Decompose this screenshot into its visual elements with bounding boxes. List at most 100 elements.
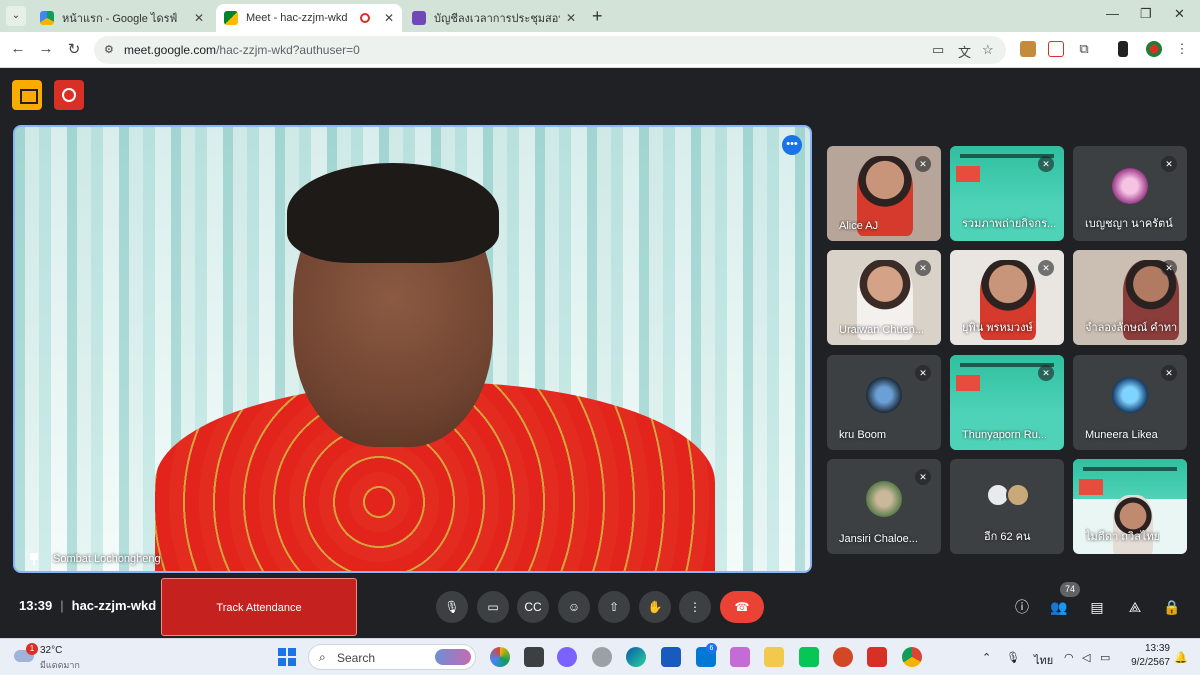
people-icon[interactable]: 👥 — [1049, 597, 1069, 617]
participant-tile[interactable]: ✕ kru Boom — [827, 355, 941, 450]
participant-tile[interactable]: ✕ จำลองลักษณ์ คำทา — [1073, 250, 1187, 345]
participant-name: Alice AJ — [839, 220, 879, 232]
tab-search-dropdown[interactable]: ⌄ — [6, 6, 26, 26]
chat-app-icon[interactable] — [557, 647, 577, 667]
chrome-icon[interactable] — [902, 647, 922, 667]
snipping-tool-icon[interactable] — [730, 647, 750, 667]
back-button[interactable]: ← — [8, 40, 28, 57]
windows-taskbar: 1 32°C มีแดดมาก ⌕ Search 6 ⌃ 🎙 ไทย ◠ ◁ ▭… — [0, 638, 1200, 675]
notification-bell-icon[interactable]: 🔔 — [1174, 651, 1188, 664]
google-meet-icon — [224, 11, 238, 25]
more-options-button[interactable]: ⋮ — [679, 591, 711, 623]
main-speaker-name: Sombat Lochongheng — [29, 553, 161, 565]
language-indicator[interactable]: ไทย — [1034, 651, 1053, 669]
search-highlight-image — [435, 649, 471, 665]
participant-tile[interactable]: ✕ Jansiri Chaloe... — [827, 459, 941, 554]
wifi-icon[interactable]: ◠ — [1064, 651, 1074, 664]
participant-tile[interactable]: ✕ Alice AJ — [827, 146, 941, 241]
host-controls-icon[interactable]: 🔒 — [1162, 597, 1182, 617]
participant-name: จำลองลักษณ์ คำทา — [1085, 322, 1178, 334]
windows-start-icon[interactable] — [278, 648, 296, 666]
mic-off-icon: ✕ — [915, 469, 931, 485]
camera-off-warning-icon[interactable] — [12, 80, 42, 110]
taskbar-date[interactable]: 9/2/2567 — [1124, 657, 1170, 668]
chat-icon[interactable]: ▤ — [1087, 597, 1107, 617]
raise-hand-button[interactable]: ✋ — [639, 591, 671, 623]
microphone-tray-icon[interactable]: 🎙 — [1006, 651, 1020, 664]
copilot-icon[interactable] — [490, 647, 510, 667]
volume-icon[interactable]: ◁ — [1082, 651, 1090, 664]
word-icon[interactable] — [661, 647, 681, 667]
reload-button[interactable]: ↻ — [64, 40, 84, 58]
bookmark-star-icon[interactable]: ☆ — [982, 42, 994, 58]
forward-button[interactable]: → — [36, 40, 56, 57]
participant-tile[interactable]: ✕ เบญชญา นาครัตน์ — [1073, 146, 1187, 241]
participant-tile[interactable]: ✕ รวมภาพถ่ายกิจกร... — [950, 146, 1064, 241]
microphone-button[interactable]: 🎙 — [436, 591, 468, 623]
line-icon[interactable] — [799, 647, 819, 667]
address-bar[interactable]: ⚙ meet.google.com/hac-zzjm-wkd?authuser=… — [94, 36, 1006, 64]
more-participants-tile[interactable]: อีก 62 คน — [950, 459, 1064, 554]
participant-tile[interactable]: ✕ ยุพิน พรหมวงษ์ — [950, 250, 1064, 345]
search-label: Search — [337, 651, 376, 665]
acrobat-icon[interactable] — [867, 647, 887, 667]
tab-google-forms[interactable]: บัญชีลงเวลาการประชุมสอบ CEFR ปี ✕ — [404, 4, 584, 32]
participant-tile[interactable]: ไมตีดา ถวิลไทย — [1073, 459, 1187, 554]
recording-indicator-icon — [359, 13, 370, 23]
app-icon[interactable] — [592, 647, 612, 667]
meeting-details-icon[interactable]: ⓘ — [1012, 597, 1032, 617]
profile-avatar[interactable] — [1146, 41, 1162, 57]
present-screen-button[interactable]: ⇧ — [598, 591, 630, 623]
file-explorer-icon[interactable] — [764, 647, 784, 667]
participant-name: Thunyaporn Ru... — [962, 429, 1047, 441]
pin-icon[interactable] — [29, 553, 39, 565]
participant-tile[interactable]: ✕ Uraiwan Chuen... — [827, 250, 941, 345]
participant-tile[interactable]: ✕ Muneera Likea — [1073, 355, 1187, 450]
close-icon[interactable]: ✕ — [566, 11, 576, 25]
track-attendance-button[interactable]: Track Attendance — [161, 578, 357, 636]
main-speaker-video[interactable]: ••• Sombat Lochongheng — [13, 125, 812, 573]
tab-title: Meet - hac-zzjm-wkd — [246, 12, 348, 24]
emoji-reactions-button[interactable]: ☺ — [558, 591, 590, 623]
side-panel-icon[interactable] — [1118, 41, 1128, 57]
avatar — [1112, 377, 1148, 413]
minimize-button[interactable]: — — [1106, 6, 1119, 21]
mic-off-icon: ✕ — [1161, 260, 1177, 276]
tab-title: หน้าแรก - Google ไดรฟ์ — [62, 13, 178, 25]
url-text: meet.google.com/hac-zzjm-wkd?authuser=0 — [124, 43, 360, 57]
extension-icon[interactable] — [1020, 41, 1036, 57]
restore-button[interactable]: ❐ — [1140, 6, 1152, 22]
taskbar-search[interactable]: ⌕ Search — [308, 644, 476, 670]
weather-temperature: 32°C — [40, 645, 63, 656]
mic-off-icon: ✕ — [1038, 365, 1054, 381]
task-view-icon[interactable] — [524, 647, 544, 667]
new-tab-button[interactable]: + — [592, 6, 603, 27]
extensions-puzzle-icon[interactable]: ⧉ — [1076, 41, 1092, 57]
recording-icon[interactable] — [54, 80, 84, 110]
camera-in-use-icon[interactable]: ▭ — [932, 42, 944, 58]
close-icon[interactable]: ✕ — [384, 11, 394, 25]
battery-icon[interactable]: ▭ — [1100, 651, 1110, 664]
site-info-icon[interactable]: ⚙ — [104, 43, 114, 56]
edge-icon[interactable] — [626, 647, 646, 667]
outlook-badge: 6 — [706, 643, 717, 654]
more-participants-label: อีก 62 คน — [984, 531, 1031, 543]
taskbar-time[interactable]: 13:39 — [1140, 643, 1170, 654]
more-options-icon[interactable]: ••• — [782, 135, 802, 155]
leave-call-button[interactable]: ☎ — [720, 591, 764, 623]
close-window-button[interactable]: ✕ — [1174, 6, 1185, 22]
shared-slide-video — [950, 355, 1064, 415]
captions-button[interactable]: CC — [517, 591, 549, 623]
close-icon[interactable]: ✕ — [194, 11, 204, 25]
tab-google-drive[interactable]: หน้าแรก - Google ไดรฟ์ ✕ — [32, 4, 212, 32]
browser-menu-icon[interactable]: ⋮ — [1174, 41, 1190, 57]
camera-button[interactable]: ▭ — [477, 591, 509, 623]
shared-slide-video — [950, 146, 1064, 206]
show-hidden-icons[interactable]: ⌃ — [982, 651, 991, 664]
translate-icon[interactable]: 文 — [958, 42, 971, 61]
powerpoint-icon[interactable] — [833, 647, 853, 667]
activities-icon[interactable]: ⟁ — [1125, 597, 1145, 617]
tab-meet[interactable]: Meet - hac-zzjm-wkd ✕ — [216, 4, 402, 32]
vpn-extension-icon[interactable] — [1048, 41, 1064, 57]
participant-tile[interactable]: ✕ Thunyaporn Ru... — [950, 355, 1064, 450]
